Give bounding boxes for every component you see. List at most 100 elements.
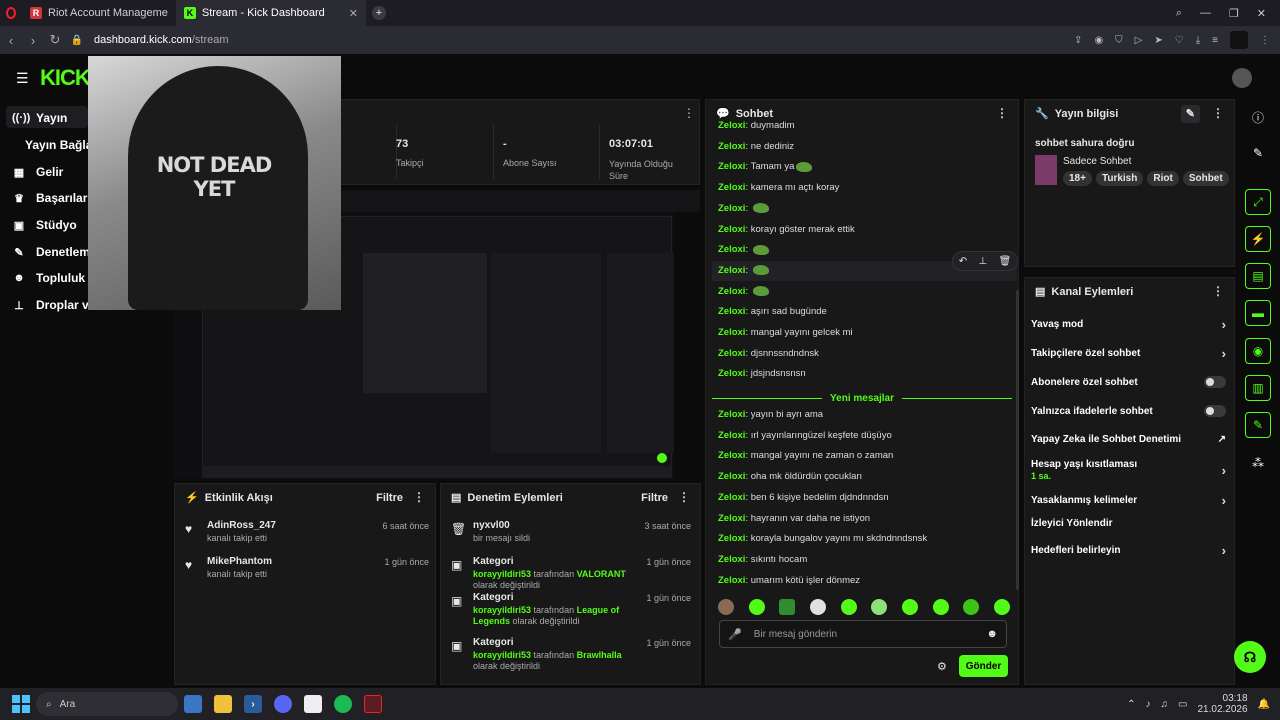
toggle-switch[interactable] (1204, 405, 1226, 417)
chat-username[interactable]: Zeloxi (718, 554, 745, 565)
chat-username[interactable]: Zeloxi (718, 161, 745, 172)
tag[interactable]: Riot (1147, 171, 1179, 186)
document-icon[interactable]: ▤ (1245, 263, 1271, 289)
info-icon[interactable]: ⓘ (1245, 104, 1271, 130)
mod-user[interactable]: korayyildiri53 (473, 569, 531, 579)
url-field[interactable]: dashboard.kick.com/stream (94, 34, 229, 46)
edit-pen-icon[interactable]: ✎ (1245, 140, 1271, 166)
chat-input[interactable]: 🎤 Bir mesaj gönderin ☻ (719, 620, 1007, 648)
chat-username[interactable]: Zeloxi (718, 430, 745, 441)
spotify-icon[interactable] (334, 695, 352, 713)
channel-action-item[interactable]: Takipçilere özel sohbet › (1031, 346, 1226, 361)
channel-action-item[interactable]: Hesap yaşı kısıtlaması 1 sa. › (1031, 459, 1226, 481)
nav-item-yayin[interactable]: ((·)) Yayın (12, 111, 67, 125)
chat-username[interactable]: Zeloxi (718, 120, 745, 131)
chevron-right-icon[interactable]: › (1222, 317, 1226, 332)
expand-icon[interactable]: ⤢ (1245, 189, 1271, 215)
user-avatar[interactable] (1232, 68, 1252, 88)
browser-tab-riot[interactable]: R Riot Account Manageme (22, 0, 176, 26)
chat-message[interactable]: Zeloxi: mangal yayını ne zaman o zaman (718, 450, 893, 461)
chevron-right-icon[interactable]: › (1222, 463, 1226, 478)
mic-icon[interactable]: 🎤 (728, 628, 742, 641)
channel-action-item[interactable]: İzleyici Yönlendir (1031, 518, 1226, 529)
nav-item-droplar[interactable]: ⊥ Droplar ve (12, 298, 95, 312)
chat-username[interactable]: Zeloxi (718, 327, 745, 338)
chat-username[interactable]: Zeloxi (718, 244, 745, 255)
heart-icon[interactable]: ♡ (1175, 35, 1184, 46)
more-icon[interactable]: ⋮ (1260, 35, 1270, 46)
moderation-more-icon[interactable]: ⋮ (678, 490, 690, 504)
channel-action-item[interactable]: Yavaş mod › (1031, 317, 1226, 332)
emoji-icon[interactable]: ☻ (986, 628, 998, 640)
clock[interactable]: 03:18 21.02.2026 (1197, 693, 1247, 715)
chat-username[interactable]: Zeloxi (718, 492, 745, 503)
apps-icon[interactable]: ⁂ (1245, 450, 1271, 476)
broadcast-icon[interactable]: ◉ (1245, 338, 1271, 364)
chat-message[interactable]: Zeloxi: ben 6 kişiye bedelim djdndnndsn (718, 492, 889, 503)
chat-username[interactable]: Zeloxi (718, 182, 745, 193)
nav-item-topluluk[interactable]: ☻ Topluluk (12, 271, 85, 285)
wrench-icon[interactable]: ✎ (1245, 412, 1271, 438)
tag[interactable]: Sohbet (1182, 171, 1229, 186)
opera-logo-icon[interactable] (0, 7, 22, 19)
windows-start-icon[interactable] (12, 695, 30, 713)
chat-message[interactable]: Zeloxi: umarım kötü işler dönmez (718, 575, 860, 586)
chat-message[interactable]: Zeloxi: korayla bungalov yayını mı skdnd… (718, 533, 927, 544)
chat-more-icon[interactable]: ⋮ (996, 106, 1008, 120)
send-icon[interactable]: ➤ (1154, 35, 1162, 46)
menu-icon[interactable]: ≡ (1212, 35, 1218, 46)
send-button[interactable]: Gönder (959, 655, 1008, 677)
chat-message[interactable]: Zeloxi: korayı göster merak ettik (718, 224, 855, 235)
chat-username[interactable]: Zeloxi (718, 286, 745, 297)
search-tabs-icon[interactable]: ⌕ (1176, 7, 1182, 20)
chat-message[interactable]: Zeloxi: Tamam ya (718, 161, 813, 172)
chat-username[interactable]: Zeloxi (718, 450, 745, 461)
app-icon[interactable]: › (244, 695, 262, 713)
minimize-icon[interactable]: — (1200, 7, 1211, 20)
chat-username[interactable]: Zeloxi (718, 533, 745, 544)
emote-icon[interactable] (993, 599, 1010, 615)
delete-icon[interactable]: 🗑 (999, 256, 1012, 267)
chat-message[interactable]: Zeloxi: (718, 286, 769, 297)
download-icon[interactable]: ⤓ (1196, 35, 1200, 46)
share-icon[interactable]: ⇪ (1074, 35, 1082, 46)
chat-username[interactable]: Zeloxi (718, 471, 745, 482)
chat-message[interactable]: Zeloxi: yayın bi ayrı ama (718, 409, 823, 420)
stream-info-more-icon[interactable]: ⋮ (1212, 106, 1224, 120)
volume-icon[interactable]: ♫ (1161, 699, 1169, 710)
chat-username[interactable]: Zeloxi (718, 575, 745, 586)
bolt-icon[interactable]: ⚡ (1245, 226, 1271, 252)
nav-item-studyo[interactable]: ▣ Stüdyo (12, 218, 77, 232)
activity-more-icon[interactable]: ⋮ (413, 490, 425, 504)
chat-username[interactable]: Zeloxi (718, 141, 745, 152)
notifications-icon[interactable]: 🔔 (1258, 699, 1270, 710)
chat-message[interactable]: Zeloxi: kamera mı açtı koray (718, 182, 839, 193)
channel-action-item[interactable]: Yapay Zeka ile Sohbet Denetimi ↗ (1031, 434, 1226, 445)
stream-category[interactable]: Sadece Sohbet (1063, 156, 1131, 167)
chevron-up-icon[interactable]: ⌃ (1127, 699, 1135, 710)
chat-username[interactable]: Zeloxi (718, 513, 745, 524)
emote-icon[interactable] (840, 599, 857, 615)
camera-icon[interactable]: ◉ (1094, 35, 1103, 46)
chat-message[interactable]: Zeloxi: aşırı sad bugünde (718, 306, 827, 317)
mic-icon[interactable]: ♪ (1146, 699, 1151, 710)
forward-icon[interactable]: › (22, 33, 44, 48)
chat-message[interactable]: Zeloxi: (718, 265, 769, 276)
opera-icon[interactable] (364, 695, 382, 713)
tag[interactable]: 18+ (1063, 171, 1092, 186)
emote-icon[interactable] (809, 599, 826, 615)
channel-action-item[interactable]: Yasaklanmış kelimeler › (1031, 493, 1226, 508)
help-headset-icon[interactable]: ☊ (1234, 641, 1266, 673)
discord-icon[interactable] (274, 695, 292, 713)
chevron-right-icon[interactable]: › (1222, 493, 1226, 508)
emote-icon[interactable] (932, 599, 949, 615)
network-icon[interactable]: ▭ (1178, 699, 1187, 710)
emote-icon[interactable] (871, 599, 888, 615)
chat-message[interactable]: Zeloxi: sıkıntı hocam (718, 554, 807, 565)
chat-username[interactable]: Zeloxi (718, 306, 745, 317)
chat-username[interactable]: Zeloxi (718, 368, 745, 379)
chat-message[interactable]: Zeloxi: mangal yayını gelcek mi (718, 327, 853, 338)
emote-icon[interactable] (963, 599, 980, 615)
nav-item-basarilar[interactable]: ♛ Başarılar (12, 191, 87, 205)
chat-message[interactable]: Zeloxi: oha mk öldürdün çocukları (718, 471, 862, 482)
